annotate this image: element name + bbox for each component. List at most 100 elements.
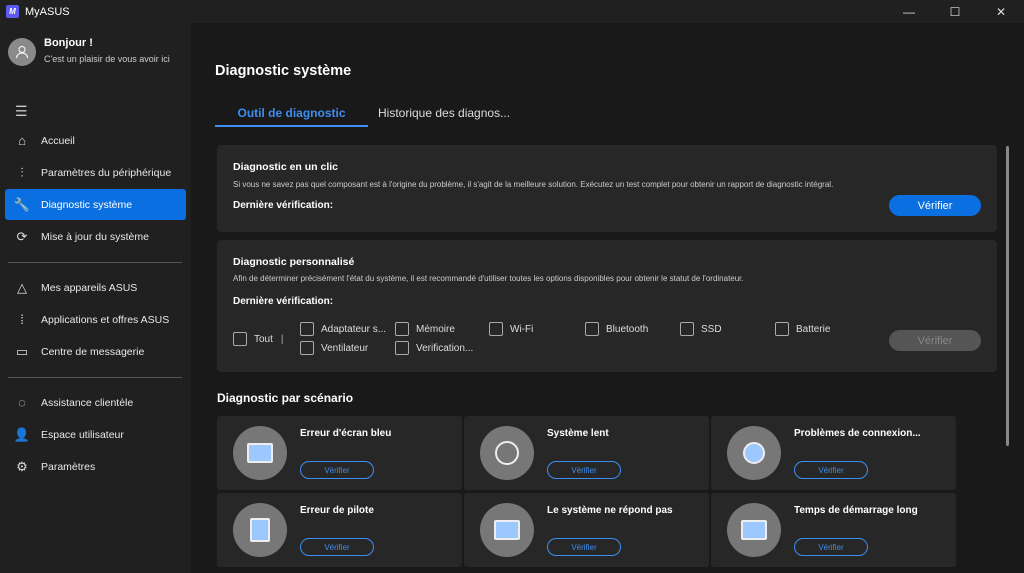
laptop-blue-screen-icon xyxy=(233,426,287,480)
checkbox-all[interactable]: Tout | xyxy=(233,332,284,346)
sidebar-item-apps-offers[interactable]: ⁞ Applications et offres ASUS xyxy=(5,304,186,335)
sidebar-item-label: Assistance clientèle xyxy=(41,396,134,409)
checkbox-label: Bluetooth xyxy=(606,323,649,335)
card-title: Diagnostic en un clic xyxy=(233,161,339,173)
update-icon: ⟳ xyxy=(16,228,28,244)
checkbox-bluetooth[interactable]: Bluetooth xyxy=(585,322,648,336)
last-check-label: Dernière vérification: xyxy=(233,296,334,307)
sliders-icon: ⫶ xyxy=(20,164,24,180)
sidebar-item-user-space[interactable]: 👤 Espace utilisateur xyxy=(5,419,186,450)
sidebar-item-label: Mes appareils ASUS xyxy=(41,281,138,294)
scrollbar[interactable] xyxy=(1006,146,1009,446)
user-icon: 👤 xyxy=(13,426,31,442)
verify-button[interactable]: Vérifier xyxy=(794,538,868,556)
checkbox-label: SSD xyxy=(701,323,722,335)
greeting-subtitle: C'est un plaisir de vous avoir ici xyxy=(44,54,170,64)
sidebar-item-label: Diagnostic système xyxy=(41,198,133,211)
apps-grid-icon: ⁞ xyxy=(20,312,24,327)
scenario-title: Le système ne répond pas xyxy=(547,505,673,516)
scenario-section-title: Diagnostic par scénario xyxy=(217,391,354,405)
headset-icon: ◌ xyxy=(18,395,26,410)
checkbox-label: Tout xyxy=(254,333,273,345)
home-icon: ⌂ xyxy=(18,133,26,148)
one-click-diagnostic-card: Diagnostic en un clic Si vous ne savez p… xyxy=(217,145,997,232)
scenario-title: Temps de démarrage long xyxy=(794,505,918,516)
sidebar-item-label: Paramètres du périphérique xyxy=(41,166,172,179)
scenario-title: Erreur d'écran bleu xyxy=(300,428,392,439)
scenario-title: Problèmes de connexion... xyxy=(794,428,921,439)
divider: | xyxy=(280,333,284,345)
page-title: Diagnostic système xyxy=(215,63,352,79)
checkbox-label: Adaptateur s... xyxy=(321,323,387,335)
speedometer-icon xyxy=(480,426,534,480)
checkbox-adapter[interactable]: Adaptateur s... xyxy=(300,322,386,336)
sidebar-item-system-update[interactable]: ⟳ Mise à jour du système xyxy=(5,221,186,252)
verify-button[interactable]: Vérifier xyxy=(889,195,981,216)
card-title: Diagnostic personnalisé xyxy=(233,256,355,268)
driver-warning-icon xyxy=(233,503,287,557)
sidebar-item-my-devices[interactable]: △ Mes appareils ASUS xyxy=(5,272,186,303)
user-profile[interactable]: Bonjour ! C'est un plaisir de vous avoir … xyxy=(8,37,170,67)
close-button[interactable]: ✕ xyxy=(978,0,1024,23)
checkbox-verification[interactable]: Verification... xyxy=(395,341,473,355)
chat-bubble-icon xyxy=(480,503,534,557)
sidebar-item-settings[interactable]: ⚙ Paramètres xyxy=(5,451,186,482)
title-bar: M MyASUS — ☐ ✕ xyxy=(0,0,1024,23)
checkbox-label: Wi-Fi xyxy=(510,323,534,335)
scenario-card-long-boot: Temps de démarrage long Vérifier xyxy=(711,493,956,567)
scenario-card-driver-error: Erreur de pilote Vérifier xyxy=(217,493,462,567)
divider xyxy=(8,262,182,263)
sidebar-item-customer-support[interactable]: ◌ Assistance clientèle xyxy=(5,387,186,418)
scenario-card-connection: Problèmes de connexion... Vérifier xyxy=(711,416,956,490)
monitor-clock-icon xyxy=(727,503,781,557)
checkbox-fan[interactable]: Ventilateur xyxy=(300,341,368,355)
sidebar-item-system-diagnostic[interactable]: 🔧 Diagnostic système xyxy=(5,189,186,220)
main-content: Diagnostic système Outil de diagnostic H… xyxy=(191,23,1024,573)
divider xyxy=(8,377,182,378)
message-icon: ▭ xyxy=(15,343,29,359)
sidebar-item-label: Accueil xyxy=(41,134,75,147)
verify-button-disabled[interactable]: Vérifier xyxy=(889,330,981,351)
verify-button[interactable]: Vérifier xyxy=(547,538,621,556)
gear-icon: ⚙ xyxy=(16,458,28,474)
card-description: Afin de déterminer précisément l'état du… xyxy=(233,274,744,283)
wrench-icon: 🔧 xyxy=(13,196,31,212)
custom-diagnostic-card: Diagnostic personnalisé Afin de détermin… xyxy=(217,240,997,372)
tab-diagnostic-tool[interactable]: Outil de diagnostic xyxy=(215,106,368,127)
tab-diagnostic-history[interactable]: Historique des diagnos... xyxy=(378,106,510,120)
scenario-card-slow-system: Système lent Vérifier xyxy=(464,416,709,490)
last-check-label: Dernière vérification: xyxy=(233,200,334,211)
checkbox-battery[interactable]: Batterie xyxy=(775,322,830,336)
user-icon xyxy=(16,46,28,59)
scenario-title: Erreur de pilote xyxy=(300,505,374,516)
sidebar: Bonjour ! C'est un plaisir de vous avoir … xyxy=(0,23,191,573)
sidebar-item-accueil[interactable]: ⌂ Accueil xyxy=(5,125,186,156)
checkbox-label: Ventilateur xyxy=(321,342,369,354)
checkbox-label: Verification... xyxy=(416,342,474,354)
sidebar-item-label: Espace utilisateur xyxy=(41,428,124,441)
menu-icon[interactable]: ☰ xyxy=(15,103,28,120)
verify-button[interactable]: Vérifier xyxy=(547,461,621,479)
scenario-card-blue-screen: Erreur d'écran bleu Vérifier xyxy=(217,416,462,490)
devices-icon: △ xyxy=(17,279,27,295)
sidebar-item-message-center[interactable]: ▭ Centre de messagerie xyxy=(5,336,186,367)
app-title: MyASUS xyxy=(25,5,70,18)
checkbox-label: Mémoire xyxy=(416,323,455,335)
verify-button[interactable]: Vérifier xyxy=(300,461,374,479)
sidebar-item-label: Paramètres xyxy=(41,460,96,473)
minimize-button[interactable]: — xyxy=(886,0,932,23)
checkbox-wifi[interactable]: Wi-Fi xyxy=(489,322,533,336)
verify-button[interactable]: Vérifier xyxy=(794,461,868,479)
sidebar-item-device-settings[interactable]: ⫶ Paramètres du périphérique xyxy=(5,157,186,188)
maximize-button[interactable]: ☐ xyxy=(932,0,978,23)
greeting: Bonjour ! xyxy=(44,37,93,49)
sidebar-item-label: Applications et offres ASUS xyxy=(41,313,170,326)
sidebar-item-label: Mise à jour du système xyxy=(41,230,149,243)
checkbox-memory[interactable]: Mémoire xyxy=(395,322,455,336)
verify-button[interactable]: Vérifier xyxy=(300,538,374,556)
checkbox-label: Batterie xyxy=(796,323,831,335)
myasus-logo-icon: M xyxy=(6,5,19,18)
checkbox-ssd[interactable]: SSD xyxy=(680,322,722,336)
scenario-card-not-responding: Le système ne répond pas Vérifier xyxy=(464,493,709,567)
scenario-title: Système lent xyxy=(547,428,609,439)
